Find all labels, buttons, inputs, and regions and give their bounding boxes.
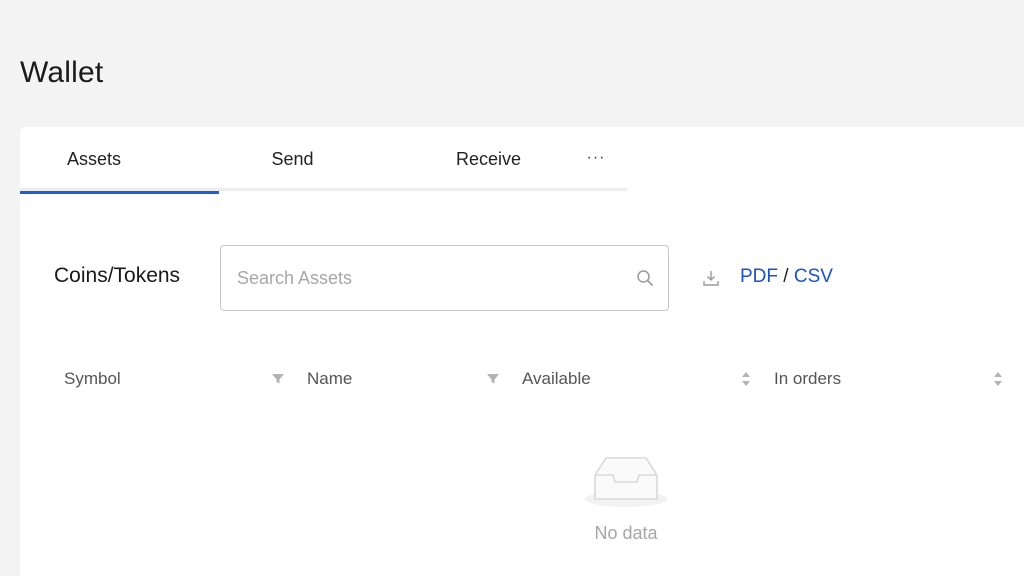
column-available: Available — [522, 369, 591, 388]
column-in-orders: In orders — [774, 369, 842, 388]
tabs-more-button[interactable]: ··· — [583, 145, 609, 171]
export-links: PDF / CSV — [740, 266, 833, 288]
tab-send[interactable]: Send — [193, 127, 392, 191]
export-csv-link[interactable]: CSV — [794, 266, 833, 287]
export-pdf-link[interactable]: PDF — [740, 266, 778, 287]
sort-icon[interactable] — [739, 371, 753, 387]
tab-receive[interactable]: Receive — [389, 127, 588, 191]
tab-bar: Assets Send Receive ··· — [20, 127, 627, 194]
filter-icon[interactable] — [486, 371, 500, 387]
tab-assets-label: Assets — [67, 148, 122, 169]
export-separator: / — [778, 266, 794, 287]
column-name: Name — [307, 369, 353, 388]
search-icon[interactable] — [636, 269, 654, 287]
empty-state-text: No data — [594, 523, 658, 543]
search-box — [220, 245, 669, 311]
search-input[interactable] — [237, 246, 627, 310]
empty-inbox-icon — [585, 457, 667, 507]
table-header: Symbol Name Available In orders — [20, 365, 1024, 395]
section-label: Coins/Tokens — [54, 264, 181, 287]
tab-receive-label: Receive — [455, 148, 522, 169]
filter-icon[interactable] — [271, 371, 285, 387]
download-icon[interactable] — [702, 269, 720, 287]
page-title: Wallet — [20, 56, 104, 89]
tab-send-label: Send — [271, 148, 314, 169]
column-symbol: Symbol — [64, 369, 121, 388]
sort-icon[interactable] — [991, 371, 1005, 387]
tab-assets[interactable]: Assets — [20, 127, 219, 194]
wallet-card: Assets Send Receive ··· Coins/Tokens PDF… — [20, 127, 1024, 576]
